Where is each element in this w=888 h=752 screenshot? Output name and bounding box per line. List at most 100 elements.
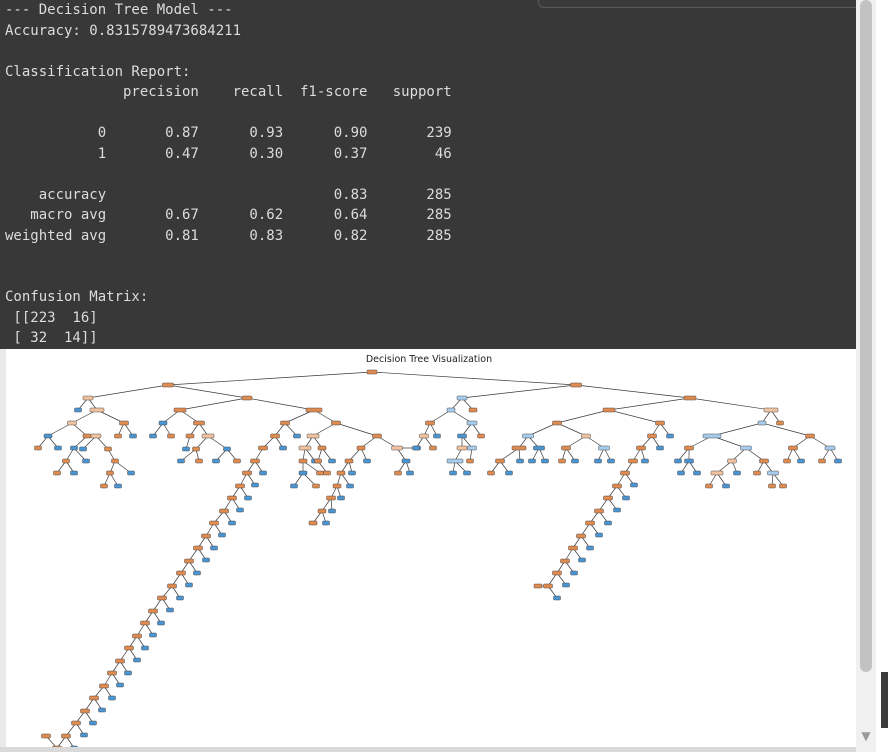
tree-node	[722, 483, 730, 489]
tree-node	[185, 433, 195, 439]
tree-node	[511, 445, 527, 451]
tree-node	[219, 508, 229, 514]
tree-node	[167, 433, 175, 439]
tree-node	[279, 445, 287, 451]
tree-node	[331, 420, 341, 426]
tree-node	[306, 433, 320, 439]
tree-node	[235, 483, 245, 489]
tree-node	[677, 470, 685, 476]
tree-node	[98, 707, 106, 713]
tree-edge	[608, 409, 661, 424]
tree-node	[613, 507, 621, 513]
tree-node	[568, 545, 578, 551]
tree-node	[576, 533, 586, 539]
tree-edge	[167, 384, 248, 399]
tree-node	[212, 458, 220, 464]
tree-node	[332, 483, 342, 489]
tree-node	[805, 433, 815, 439]
tree-node	[495, 458, 505, 464]
scroll-down-arrow-icon[interactable]: ▼	[858, 728, 874, 744]
tree-node	[636, 445, 646, 451]
tree-node	[466, 458, 474, 464]
scrollbar-thumb[interactable]	[860, 0, 872, 672]
tree-node	[149, 632, 157, 638]
tree-node	[768, 483, 776, 489]
tree-node	[727, 458, 737, 464]
tree-node	[702, 433, 722, 439]
tree-node	[655, 420, 665, 426]
tree-node	[705, 483, 713, 489]
tree-node	[233, 458, 241, 464]
tree-edges	[37, 371, 839, 752]
tree-node	[487, 470, 495, 476]
tree-node	[570, 382, 582, 388]
tree-node	[177, 458, 185, 464]
tree-node	[788, 445, 798, 451]
tree-node	[167, 583, 177, 589]
tree-node	[258, 445, 268, 451]
tree-node	[61, 733, 71, 739]
tree-node	[684, 445, 694, 451]
tree-node	[449, 470, 457, 476]
tree-node	[185, 582, 193, 588]
tree-node	[241, 395, 253, 401]
tree-node	[133, 657, 141, 663]
tree-node	[202, 557, 210, 563]
tree-node	[429, 445, 437, 451]
tree-node	[710, 470, 724, 476]
tree-node	[184, 558, 194, 564]
tree-node	[757, 420, 767, 426]
tree-node	[674, 458, 682, 464]
tree-node	[111, 458, 119, 464]
tree-node	[166, 607, 174, 613]
window-edge-dark	[881, 672, 888, 728]
output-bottom-border	[0, 747, 856, 752]
tree-node	[218, 532, 226, 538]
console-output: --- Decision Tree Model --- Accuracy: 0.…	[0, 0, 856, 349]
tree-node	[466, 420, 478, 426]
tree-node	[783, 458, 791, 464]
tree-edge	[87, 384, 169, 399]
tree-node	[62, 458, 70, 464]
tree-node	[425, 420, 435, 426]
tree-node	[74, 407, 82, 413]
tree-node	[571, 458, 579, 464]
tree-node	[298, 470, 308, 476]
tree-node	[620, 470, 630, 476]
tree-edge	[575, 384, 691, 399]
tree-node	[630, 482, 638, 488]
tree-node	[280, 420, 290, 426]
tree-node	[553, 595, 561, 601]
tree-edge	[689, 397, 772, 411]
tree-node	[149, 433, 157, 439]
tree-edge	[461, 384, 577, 399]
tree-node	[328, 508, 336, 514]
tree-node	[759, 458, 769, 464]
tree-node	[818, 458, 826, 464]
tree-node	[406, 470, 414, 476]
tree-node	[581, 433, 591, 439]
tree-node	[100, 483, 108, 489]
tree-node	[82, 395, 94, 401]
tree-node	[227, 495, 237, 501]
tree-node	[401, 458, 411, 464]
tree-node	[602, 407, 616, 413]
tree-node	[182, 446, 190, 452]
tree-node	[209, 520, 219, 526]
tree-node	[116, 682, 124, 688]
tree-node	[456, 395, 468, 401]
figure-title: Decision Tree Visualization	[366, 354, 492, 365]
tree-node	[607, 458, 615, 464]
tree-node	[628, 458, 638, 464]
tree-node	[740, 445, 752, 451]
tree-node	[326, 495, 336, 501]
tree-node	[763, 407, 779, 413]
tree-node	[433, 433, 441, 439]
tree-node	[337, 495, 345, 501]
tree-node	[314, 458, 322, 464]
tree-node	[193, 570, 201, 576]
tree-node	[446, 458, 464, 464]
tree-node	[54, 445, 62, 451]
tree-edge	[556, 409, 610, 424]
tree-node	[80, 732, 88, 738]
